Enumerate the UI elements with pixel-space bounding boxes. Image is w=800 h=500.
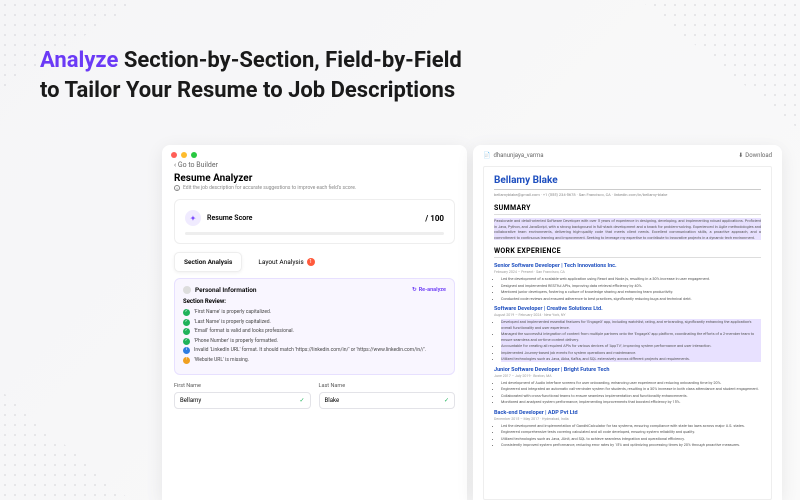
hero-accent: Analyze: [40, 48, 118, 73]
summary-text: Passionate and detail-oriented Software …: [494, 218, 761, 240]
info-icon: i: [174, 185, 180, 191]
job-bullets: Led the development of a scalable web ap…: [501, 276, 761, 301]
status-icon: i: [183, 347, 190, 354]
review-item: !'Website URL' is missing.: [183, 357, 446, 364]
status-icon: ✓: [183, 328, 190, 335]
last-name-field: Last Name Blake✓: [319, 383, 456, 409]
resume-name: Bellamy Blake: [494, 175, 761, 190]
analysis-tabs: Section Analysis Layout Analysis 1: [162, 250, 467, 278]
review-item: ✓'Phone Number' is properly formatted.: [183, 338, 446, 345]
job-meta: June 2017 – July 2019 · Boston, MA: [494, 374, 761, 378]
job-bullets: Developed and implemented essential feat…: [501, 319, 761, 362]
review-title: Section Review:: [183, 298, 446, 305]
job-title: Senior Software Developer | Tech Innovat…: [494, 263, 761, 269]
person-icon: [183, 286, 191, 294]
score-bar: [185, 232, 444, 235]
page-title: Resume Analyzer: [162, 173, 467, 185]
app-mockup: ‹ Go to Builder Resume Analyzer i Edit t…: [162, 145, 782, 500]
hero-rest1: Section-by-Section, Field-by-Field: [124, 48, 462, 73]
review-item: ✓'Last Name' is properly capitalized.: [183, 319, 446, 326]
fields-row: First Name Bellamy✓ Last Name Blake✓: [162, 381, 467, 409]
sparkle-icon: ✦: [185, 210, 201, 226]
status-icon: ✓: [183, 319, 190, 326]
job-title: Back-end Developer | ADP Pvt Ltd: [494, 410, 761, 416]
resume-contact: bellamyblake@gmail.com · +1 (555) 234-56…: [494, 192, 761, 197]
analyzer-pane: ‹ Go to Builder Resume Analyzer i Edit t…: [162, 145, 467, 500]
status-icon: !: [183, 357, 190, 364]
resume-document: Bellamy Blake bellamyblake@gmail.com · +…: [483, 166, 772, 500]
window-controls: [162, 145, 467, 161]
close-icon[interactable]: [171, 152, 177, 158]
status-icon: ✓: [183, 338, 190, 345]
resume-score-card: ✦ Resume Score / 100: [174, 199, 455, 244]
tab-section-analysis[interactable]: Section Analysis: [174, 252, 242, 272]
status-icon: ✓: [183, 309, 190, 316]
score-label: Resume Score: [207, 214, 419, 222]
review-item: ✓'First Name' is properly capitalized.: [183, 309, 446, 316]
last-name-label: Last Name: [319, 383, 456, 389]
check-icon: ✓: [299, 397, 304, 404]
reanalyze-button[interactable]: ↻ Re-analyze: [412, 287, 446, 293]
summary-heading: SUMMARY: [494, 204, 761, 215]
job-meta: December 2015 – May 2017 · Hyderabad, In…: [494, 417, 761, 421]
hero-line2: to Tailor Your Resume to Job Description…: [40, 78, 455, 103]
review-item: ✓'Email' format is valid and looks profe…: [183, 328, 446, 335]
last-name-input[interactable]: Blake✓: [319, 392, 456, 409]
file-name: 📄 dhanunjaya_varma: [483, 152, 543, 159]
download-button[interactable]: ⬇ Download: [738, 152, 772, 159]
maximize-icon[interactable]: [191, 152, 197, 158]
job-bullets: Led the development and implementation o…: [501, 423, 761, 448]
score-value: / 100: [425, 214, 444, 223]
review-item: iInvalid 'LinkedIn URL' format. It shoul…: [183, 347, 446, 354]
back-to-builder-link[interactable]: ‹ Go to Builder: [162, 161, 467, 173]
job-bullets: Led development of Audio interface scree…: [501, 380, 761, 405]
job-meta: February 2024 – Present · San Francisco,…: [494, 270, 761, 274]
first-name-input[interactable]: Bellamy✓: [174, 392, 311, 409]
work-heading: WORK EXPERIENCE: [494, 247, 761, 258]
section-review-card: Personal Information ↻ Re-analyze Sectio…: [174, 278, 455, 375]
check-icon: ✓: [444, 397, 449, 404]
page-subtitle: i Edit the job description for accurate …: [162, 185, 467, 197]
resume-preview-pane: 📄 dhanunjaya_varma ⬇ Download Bellamy Bl…: [473, 145, 782, 500]
section-name: Personal Information: [195, 286, 257, 294]
first-name-field: First Name Bellamy✓: [174, 383, 311, 409]
layout-badge: 1: [307, 258, 315, 266]
job-title: Software Developer | Creative Solutions …: [494, 306, 761, 312]
tab-layout-analysis[interactable]: Layout Analysis 1: [248, 252, 324, 272]
minimize-icon[interactable]: [181, 152, 187, 158]
hero-heading: Analyze Section-by-Section, Field-by-Fie…: [40, 46, 462, 105]
job-meta: August 2019 – February 2024 · New York, …: [494, 313, 761, 317]
first-name-label: First Name: [174, 383, 311, 389]
job-title: Junior Software Developer | Bright Futur…: [494, 367, 761, 373]
